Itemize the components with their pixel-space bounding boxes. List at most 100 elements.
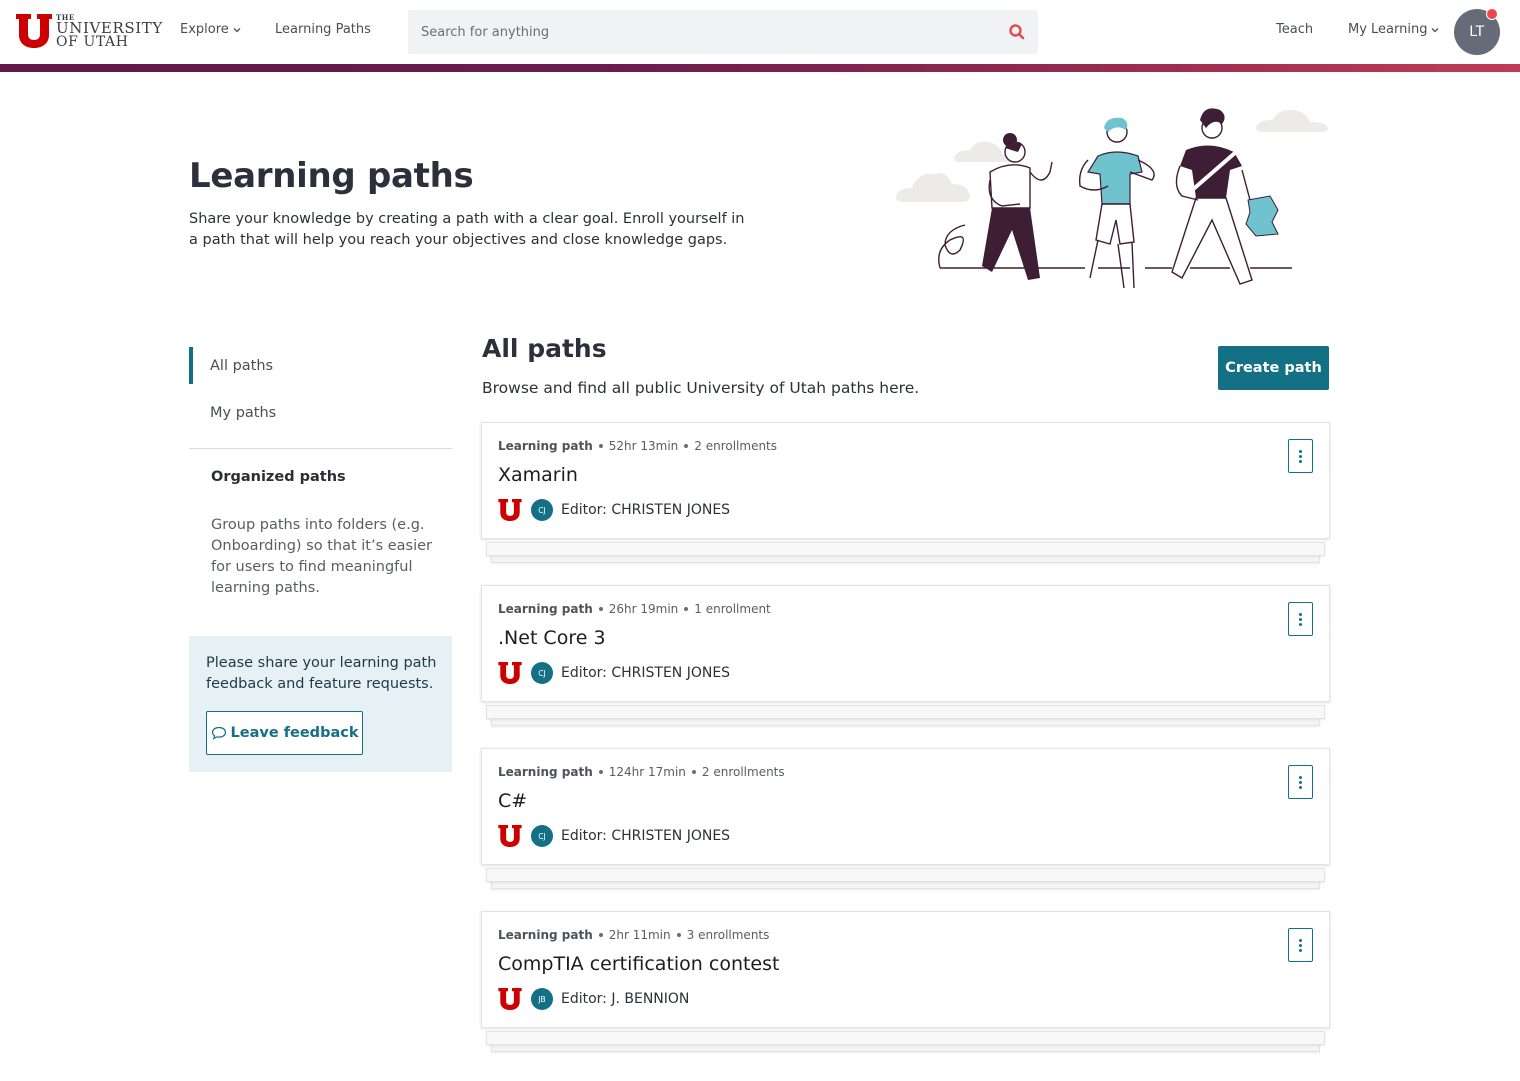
sidebar-item-my-paths[interactable]: My paths [189,394,452,432]
editor-name: Editor: CHRISTEN JONES [561,502,731,518]
logo-wordmark: THE UNIVERSITY OF UTAH [56,14,163,49]
editor-avatar: CJ [531,825,553,847]
path-enrollments: 2 enrollments [694,439,778,453]
path-enrollments: 1 enrollment [694,602,771,616]
separator-dot [598,444,603,448]
separator-dot [676,933,681,937]
nav-my-learning[interactable]: My Learning [1348,22,1439,37]
path-card[interactable]: Learning path 52hr 13min 2 enrollments X… [481,422,1330,539]
feedback-panel: Please share your learning path feedback… [189,636,452,772]
leave-feedback-label: Leave feedback [230,725,359,741]
chevron-down-icon [233,27,241,32]
kebab-dot-icon [1299,780,1302,784]
kebab-dot-icon [1299,938,1302,942]
university-of-utah-logo[interactable]: THE UNIVERSITY OF UTAH [16,13,163,49]
sidebar-item-label: My paths [210,405,277,421]
path-editor: CJ Editor: CHRISTEN JONES [498,825,730,847]
top-navbar: THE UNIVERSITY OF UTAH Explore Learning … [0,0,1520,64]
kebab-dot-icon [1299,454,1302,458]
kebab-dot-icon [1299,617,1302,621]
path-card-stack: Learning path 124hr 17min 2 enrollments … [481,748,1330,893]
path-type: Learning path [498,439,593,453]
path-card[interactable]: Learning path 124hr 17min 2 enrollments … [481,748,1330,865]
kebab-dot-icon [1299,449,1302,453]
block-u-icon [498,825,522,847]
more-options-button[interactable] [1288,602,1313,636]
path-card[interactable]: Learning path 26hr 19min 1 enrollment .N… [481,585,1330,702]
avatar-initials: LT [1469,24,1485,40]
kebab-dot-icon [1299,775,1302,779]
nav-teach-label: Teach [1276,22,1314,37]
kebab-dot-icon [1299,785,1302,789]
more-options-button[interactable] [1288,439,1313,473]
path-meta: Learning path 124hr 17min 2 enrollments [498,765,785,779]
card-stack-shadow [486,705,1325,719]
separator-dot [684,607,689,611]
speech-bubble-icon [211,726,226,740]
kebab-dot-icon [1299,612,1302,616]
notification-badge [1486,8,1498,20]
card-stack-shadow [486,542,1325,556]
page-title: Learning paths [189,156,474,196]
path-type: Learning path [498,602,593,616]
kebab-dot-icon [1299,948,1302,952]
more-options-button[interactable] [1288,928,1313,962]
nav-my-learning-label: My Learning [1348,22,1428,37]
path-editor: JB Editor: J. BENNION [498,988,689,1010]
search-bar [408,10,1038,54]
path-card[interactable]: Learning path 2hr 11min 3 enrollments Co… [481,911,1330,1028]
nav-teach[interactable]: Teach [1276,22,1313,37]
block-u-icon [498,499,522,521]
organized-paths-title: Organized paths [211,469,346,485]
sidebar-item-all-paths[interactable]: All paths [189,347,452,385]
nav-learning-paths[interactable]: Learning Paths [275,22,371,37]
path-duration: 124hr 17min [608,765,686,779]
create-path-button[interactable]: Create path [1218,346,1329,390]
sidebar-item-label: All paths [210,358,274,374]
path-enrollments: 2 enrollments [701,765,785,779]
kebab-dot-icon [1299,943,1302,947]
separator-dot [691,770,696,774]
path-type: Learning path [498,765,593,779]
card-stack-shadow [486,1031,1325,1045]
path-meta: Learning path 52hr 13min 2 enrollments [498,439,777,453]
nav-learning-paths-label: Learning Paths [275,22,371,37]
path-duration: 2hr 11min [608,928,671,942]
block-u-icon [498,662,522,684]
path-meta: Learning path 26hr 19min 1 enrollment [498,602,771,616]
nav-explore[interactable]: Explore [180,22,241,37]
editor-name: Editor: J. BENNION [561,991,690,1007]
path-card-stack: Learning path 52hr 13min 2 enrollments X… [481,422,1330,567]
more-options-button[interactable] [1288,765,1313,799]
path-type: Learning path [498,928,593,942]
brand-accent-bar [0,64,1520,72]
section-title: All paths [482,334,607,363]
path-duration: 26hr 19min [608,602,679,616]
editor-avatar: CJ [531,662,553,684]
search-icon[interactable] [1008,23,1026,41]
editor-avatar: CJ [531,499,553,521]
people-walking-illustration [896,108,1328,289]
path-card-stack: Learning path 26hr 19min 1 enrollment .N… [481,585,1330,730]
path-editor: CJ Editor: CHRISTEN JONES [498,662,730,684]
search-input[interactable] [408,10,988,54]
page-description: Share your knowledge by creating a path … [189,211,745,248]
path-editor: CJ Editor: CHRISTEN JONES [498,499,730,521]
card-stack-shadow [486,868,1325,882]
path-title[interactable]: CompTIA certification contest [498,953,779,975]
editor-avatar: JB [531,988,553,1010]
path-title[interactable]: C# [498,790,527,812]
organized-paths-description: Group paths into folders (e.g. Onboardin… [211,517,433,596]
separator-dot [598,607,603,611]
path-title[interactable]: .Net Core 3 [498,627,606,649]
feedback-text: Please share your learning path feedback… [206,655,437,692]
block-u-icon [498,988,522,1010]
kebab-dot-icon [1299,622,1302,626]
section-description: Browse and find all public University of… [482,379,920,397]
sidebar-divider [189,448,452,449]
create-path-label: Create path [1225,360,1322,376]
path-title[interactable]: Xamarin [498,464,578,486]
path-meta: Learning path 2hr 11min 3 enrollments [498,928,769,942]
leave-feedback-button[interactable]: Leave feedback [206,711,363,755]
editor-name: Editor: CHRISTEN JONES [561,828,731,844]
